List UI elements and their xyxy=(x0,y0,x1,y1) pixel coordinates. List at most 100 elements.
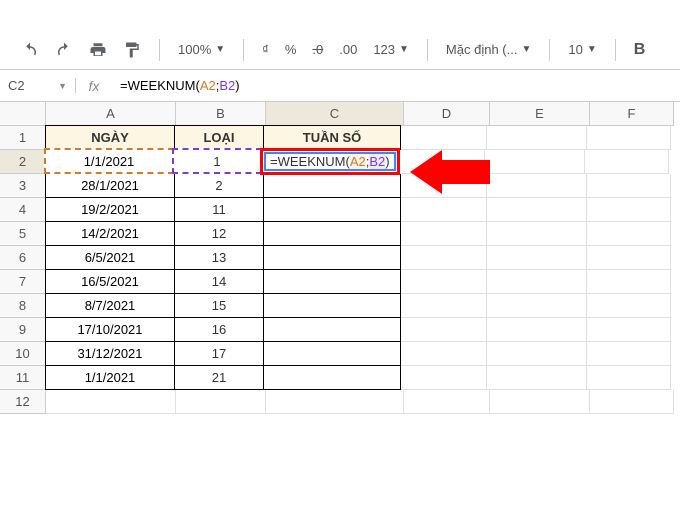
row-header[interactable]: 2 xyxy=(0,150,46,174)
cell[interactable] xyxy=(401,294,487,318)
cell[interactable]: 15 xyxy=(174,293,264,318)
cell[interactable] xyxy=(263,365,401,390)
cell[interactable]: 16/5/2021 xyxy=(45,269,175,294)
cell[interactable] xyxy=(263,221,401,246)
cell[interactable] xyxy=(487,366,587,390)
col-header-e[interactable]: E xyxy=(490,102,590,126)
cell[interactable]: 13 xyxy=(174,245,264,270)
number-format-dropdown[interactable]: 123▼ xyxy=(367,42,415,57)
cell[interactable] xyxy=(401,246,487,270)
zoom-dropdown[interactable]: 100%▼ xyxy=(172,42,231,57)
row-header[interactable]: 12 xyxy=(0,390,46,414)
cell[interactable] xyxy=(263,197,401,222)
cell[interactable]: 8/7/2021 xyxy=(45,293,175,318)
row-header[interactable]: 3 xyxy=(0,174,46,198)
col-header-d[interactable]: D xyxy=(404,102,490,126)
row-header[interactable]: 5 xyxy=(0,222,46,246)
cell[interactable] xyxy=(587,246,671,270)
cell[interactable] xyxy=(485,150,585,174)
cell[interactable] xyxy=(587,174,671,198)
col-header-c[interactable]: C xyxy=(266,102,404,126)
cell[interactable]: 31/12/2021 xyxy=(45,341,175,366)
cell-c2-editing[interactable]: =WEEKNUM(A2;B2) xyxy=(261,149,399,174)
cell[interactable] xyxy=(487,246,587,270)
cell[interactable] xyxy=(487,270,587,294)
row-header[interactable]: 11 xyxy=(0,366,46,390)
cell[interactable] xyxy=(487,318,587,342)
cell[interactable] xyxy=(490,390,590,414)
cell[interactable]: 2 xyxy=(174,173,264,198)
name-box[interactable]: C2 ▼ xyxy=(0,78,76,93)
cell[interactable] xyxy=(263,173,401,198)
cell[interactable] xyxy=(587,270,671,294)
cell[interactable] xyxy=(266,390,404,414)
bold-button[interactable]: B xyxy=(628,37,652,63)
decrease-decimal-button[interactable]: .0 xyxy=(306,42,329,57)
cell[interactable]: 14/2/2021 xyxy=(45,221,175,246)
cell[interactable] xyxy=(590,390,674,414)
row-header[interactable]: 8 xyxy=(0,294,46,318)
cell[interactable] xyxy=(487,342,587,366)
formula-input[interactable]: =WEEKNUM(A2;B2) xyxy=(112,78,680,93)
cell[interactable]: 28/1/2021 xyxy=(45,173,175,198)
cell[interactable] xyxy=(587,318,671,342)
cell[interactable] xyxy=(487,126,587,150)
cell[interactable] xyxy=(587,126,671,150)
font-dropdown[interactable]: Mặc định (...▼ xyxy=(440,42,537,57)
cell-b2[interactable]: 1 xyxy=(172,148,262,174)
cell[interactable] xyxy=(46,390,176,414)
cell[interactable]: 17 xyxy=(174,341,264,366)
select-all-corner[interactable] xyxy=(0,102,46,126)
cell[interactable] xyxy=(401,126,487,150)
cell-editor[interactable]: =WEEKNUM(A2;B2) xyxy=(264,152,396,171)
row-header[interactable]: 4 xyxy=(0,198,46,222)
paint-format-button[interactable] xyxy=(117,37,147,63)
print-button[interactable] xyxy=(83,37,113,63)
cell[interactable] xyxy=(401,366,487,390)
increase-decimal-button[interactable]: .00 xyxy=(333,42,363,57)
cell[interactable]: NGÀY xyxy=(45,125,175,150)
cell[interactable] xyxy=(487,174,587,198)
cell[interactable]: 21 xyxy=(174,365,264,390)
cell[interactable]: 6/5/2021 xyxy=(45,245,175,270)
cell[interactable] xyxy=(401,318,487,342)
cell[interactable] xyxy=(263,269,401,294)
cell[interactable] xyxy=(587,198,671,222)
cell[interactable] xyxy=(401,222,487,246)
cell[interactable] xyxy=(585,150,669,174)
cell[interactable] xyxy=(263,245,401,270)
cell[interactable] xyxy=(587,342,671,366)
row-header[interactable]: 6 xyxy=(0,246,46,270)
cell[interactable]: 19/2/2021 xyxy=(45,197,175,222)
row-header[interactable]: 9 xyxy=(0,318,46,342)
cell-a2[interactable]: 1/1/2021 xyxy=(44,148,174,174)
cell[interactable] xyxy=(487,198,587,222)
cell[interactable] xyxy=(263,341,401,366)
cell[interactable] xyxy=(263,317,401,342)
font-size-dropdown[interactable]: 10▼ xyxy=(562,42,602,57)
currency-button[interactable]: ₫ xyxy=(256,42,275,57)
cell[interactable]: 1/1/2021 xyxy=(45,365,175,390)
undo-button[interactable] xyxy=(15,37,45,63)
cell[interactable]: 12 xyxy=(174,221,264,246)
cell[interactable]: TUẦN SỐ xyxy=(263,125,401,150)
cell[interactable] xyxy=(587,366,671,390)
cell[interactable]: LOẠI xyxy=(174,125,264,150)
cell[interactable]: 14 xyxy=(174,269,264,294)
col-header-b[interactable]: B xyxy=(176,102,266,126)
cell[interactable] xyxy=(487,294,587,318)
row-header[interactable]: 1 xyxy=(0,126,46,150)
cell[interactable] xyxy=(587,222,671,246)
cell[interactable] xyxy=(401,342,487,366)
cell[interactable] xyxy=(487,222,587,246)
col-header-a[interactable]: A xyxy=(46,102,176,126)
redo-button[interactable] xyxy=(49,37,79,63)
cell[interactable] xyxy=(587,294,671,318)
cell[interactable] xyxy=(176,390,266,414)
cell[interactable]: 16 xyxy=(174,317,264,342)
col-header-f[interactable]: F xyxy=(590,102,674,126)
cell[interactable] xyxy=(263,293,401,318)
row-header[interactable]: 7 xyxy=(0,270,46,294)
cell[interactable]: 11 xyxy=(174,197,264,222)
cell[interactable] xyxy=(401,198,487,222)
